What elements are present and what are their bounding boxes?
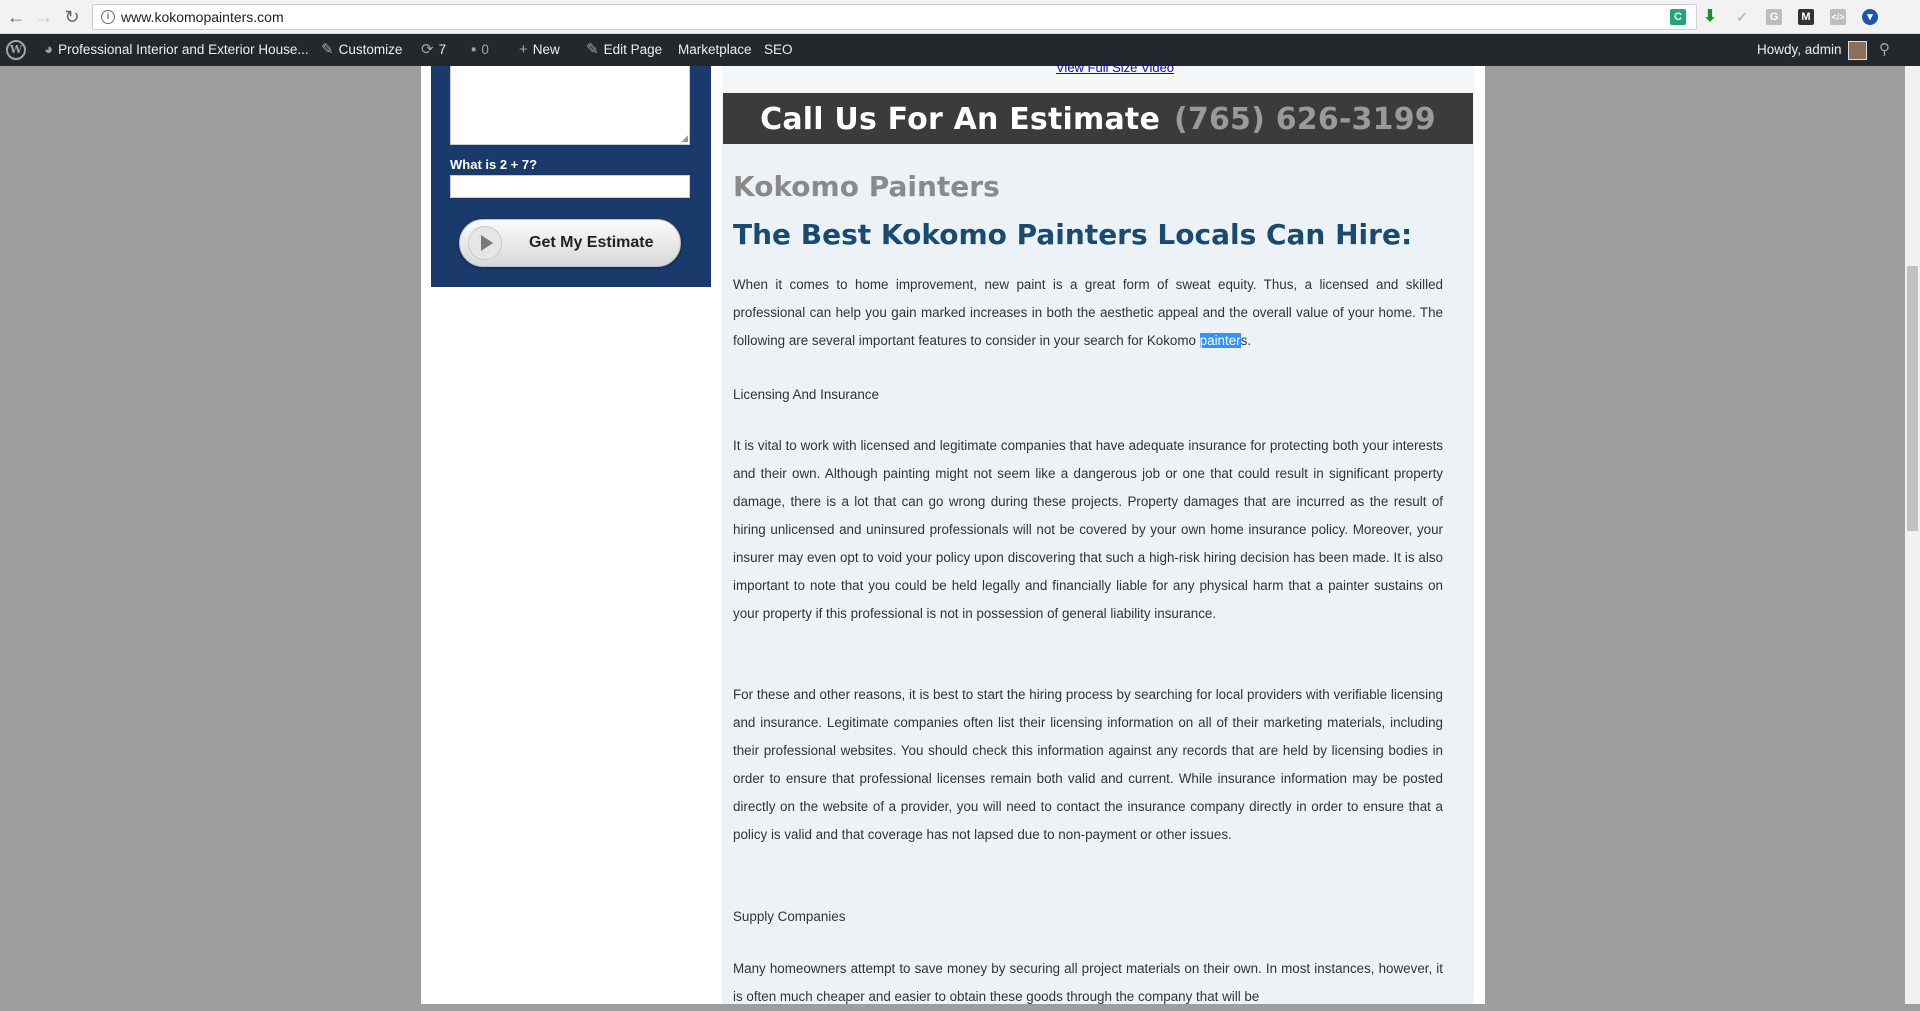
howdy-label: Howdy, admin bbox=[1757, 42, 1842, 57]
extension-g-icon[interactable]: G bbox=[1766, 9, 1782, 25]
dashboard-icon: ◕ bbox=[44, 41, 54, 58]
reload-icon[interactable]: ↻ bbox=[62, 7, 82, 27]
pencil-icon: ✎ bbox=[586, 41, 599, 58]
message-textarea[interactable]: ◢ bbox=[450, 66, 690, 145]
hiring-paragraph: For these and other reasons, it is best … bbox=[733, 687, 1443, 842]
site-name-label: Professional Interior and Exterior House… bbox=[58, 42, 309, 57]
captcha-input[interactable] bbox=[450, 175, 690, 198]
admin-updates[interactable]: ⟳ 7 bbox=[421, 34, 446, 66]
wordpress-logo-icon[interactable]: W bbox=[6, 40, 26, 60]
extension-m-icon[interactable]: M bbox=[1798, 9, 1814, 25]
intro-paragraph: When it comes to home improvement, new p… bbox=[733, 271, 1443, 355]
site-heading: Kokomo Painters bbox=[733, 170, 1000, 203]
url-text[interactable]: www.kokomopainters.com bbox=[121, 9, 284, 25]
selected-text: painter bbox=[1199, 333, 1241, 348]
call-label: Call Us For An Estimate bbox=[760, 102, 1160, 137]
play-arrow-icon bbox=[468, 226, 502, 260]
intro-text: When it comes to home improvement, new p… bbox=[733, 277, 1443, 348]
extension-code-icon[interactable]: </> bbox=[1830, 9, 1846, 25]
updates-count: 7 bbox=[438, 42, 447, 57]
get-estimate-button[interactable]: Get My Estimate bbox=[459, 219, 681, 267]
edit-page-label: Edit Page bbox=[603, 42, 663, 57]
extension-disabled-icon[interactable]: ✓ bbox=[1734, 9, 1750, 25]
admin-marketplace[interactable]: Marketplace bbox=[678, 34, 752, 66]
phone-number[interactable]: (765) 626-3199 bbox=[1174, 102, 1436, 137]
call-banner-text: Call Us For An Estimate (765) 626-3199 bbox=[723, 102, 1473, 137]
admin-customize[interactable]: ✎ Customize bbox=[321, 34, 402, 66]
subheading-licensing: Licensing And Insurance bbox=[733, 387, 879, 402]
admin-account[interactable]: Howdy, admin bbox=[1757, 34, 1867, 66]
info-icon[interactable]: i bbox=[101, 10, 115, 24]
comments-count: 0 bbox=[481, 42, 489, 57]
captcha-label: What is 2 + 7? bbox=[450, 157, 538, 172]
admin-edit-page[interactable]: ✎ Edit Page bbox=[586, 34, 662, 66]
resize-handle-icon[interactable]: ◢ bbox=[681, 134, 688, 143]
admin-site-name[interactable]: ◕ Professional Interior and Exterior Hous… bbox=[44, 34, 309, 66]
browser-toolbar: ← → ↻ i www.kokomopainters.com ☆ C ⬇ ✓ G… bbox=[0, 0, 1920, 34]
page-title: The Best Kokomo Painters Locals Can Hire… bbox=[733, 218, 1413, 251]
get-estimate-label: Get My Estimate bbox=[529, 234, 654, 251]
admin-comments[interactable]: ▪ 0 bbox=[471, 34, 489, 66]
paintbrush-icon: ✎ bbox=[321, 41, 334, 58]
back-arrow-icon[interactable]: ← bbox=[6, 7, 26, 27]
extension-pocket-icon[interactable]: ▾ bbox=[1862, 9, 1878, 25]
address-bar[interactable]: i www.kokomopainters.com ☆ bbox=[92, 4, 1697, 30]
subheading-supply: Supply Companies bbox=[733, 909, 846, 924]
extension-c-icon[interactable]: C bbox=[1670, 9, 1686, 25]
forward-arrow-icon[interactable]: → bbox=[34, 7, 54, 27]
scrollbar-track[interactable] bbox=[1905, 66, 1920, 1004]
admin-seo[interactable]: SEO bbox=[764, 34, 793, 66]
licensing-paragraph: It is vital to work with licensed and le… bbox=[733, 438, 1443, 621]
download-extension-icon[interactable]: ⬇ bbox=[1702, 9, 1718, 25]
new-label: New bbox=[532, 42, 560, 57]
updates-icon: ⟳ bbox=[421, 41, 434, 58]
admin-search-icon[interactable]: ⚲ bbox=[1879, 34, 1890, 66]
customize-label: Customize bbox=[338, 42, 403, 57]
call-banner: Call Us For An Estimate (765) 626-3199 bbox=[723, 93, 1473, 144]
comment-bubble-icon: ▪ bbox=[471, 41, 477, 58]
view-full-video-link[interactable]: View Full Size Video bbox=[1056, 60, 1174, 75]
avatar bbox=[1847, 40, 1867, 60]
supply-paragraph: Many homeowners attempt to save money by… bbox=[733, 961, 1443, 1004]
intro-text-end: s. bbox=[1240, 333, 1252, 348]
scrollbar-thumb[interactable] bbox=[1907, 266, 1918, 531]
plus-icon: + bbox=[519, 41, 528, 58]
admin-new[interactable]: + New bbox=[519, 34, 560, 66]
wp-admin-bar: W ◕ Professional Interior and Exterior Ho… bbox=[0, 34, 1920, 66]
